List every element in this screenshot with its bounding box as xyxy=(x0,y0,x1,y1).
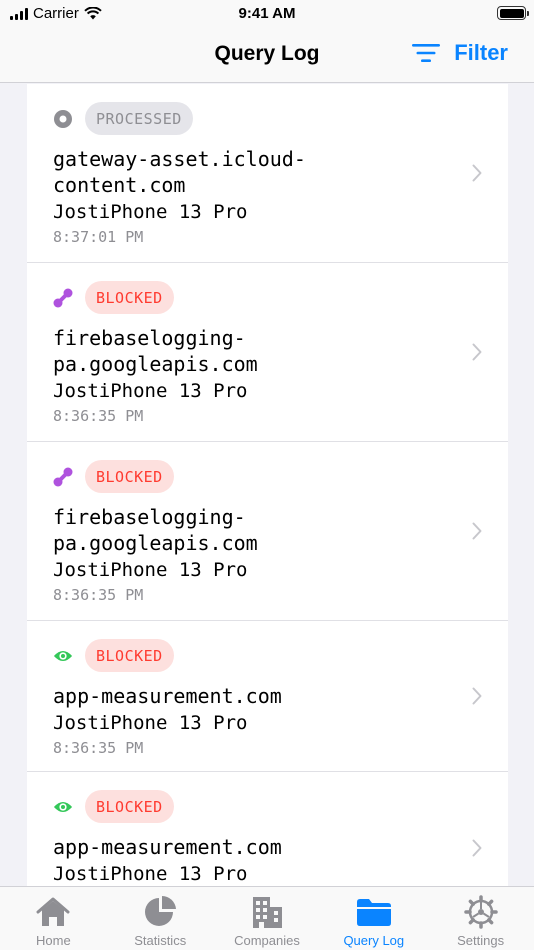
tab-bar: Home Statistics Companies Query Log Sett… xyxy=(0,886,534,950)
status-badge: BLOCKED xyxy=(85,281,174,314)
tab-statistics[interactable]: Statistics xyxy=(107,887,214,950)
tab-settings[interactable]: Settings xyxy=(427,887,534,950)
chevron-right-icon xyxy=(472,164,482,182)
filter-button[interactable]: Filter xyxy=(412,40,508,66)
navigation-bar: Query Log Filter xyxy=(0,28,534,83)
tab-label: Settings xyxy=(457,933,505,948)
log-entry[interactable]: BLOCKED firebaselogging- pa.googleapis.c… xyxy=(27,263,508,442)
eye-icon xyxy=(53,646,73,666)
entry-domain: app-measurement.com xyxy=(53,684,282,708)
entry-device: JostiPhone 13 Pro xyxy=(53,712,248,734)
tab-companies[interactable]: Companies xyxy=(214,887,321,950)
status-time: 9:41 AM xyxy=(238,5,296,22)
chevron-right-icon xyxy=(472,839,482,856)
gear-icon xyxy=(462,895,500,929)
home-icon xyxy=(34,895,72,929)
entry-time: 8:36:35 PM xyxy=(53,407,144,425)
status-badge: BLOCKED xyxy=(85,790,174,823)
tab-label: Query Log xyxy=(343,933,405,948)
building-icon xyxy=(248,895,286,929)
link-icon xyxy=(53,467,73,487)
battery-icon xyxy=(497,6,529,20)
filter-icon xyxy=(412,44,441,62)
entry-device: JostiPhone 13 Pro xyxy=(53,201,248,223)
log-entry[interactable]: BLOCKED app-measurement.com JostiPhone 1… xyxy=(27,772,508,886)
filter-label: Filter xyxy=(454,40,508,65)
tab-label: Companies xyxy=(234,933,300,948)
link-icon xyxy=(53,288,73,308)
status-bar: Carrier 9:41 AM xyxy=(0,0,534,28)
entry-domain: firebaselogging- pa.googleapis.com xyxy=(53,505,258,555)
log-entry[interactable]: BLOCKED app-measurement.com JostiPhone 1… xyxy=(27,621,508,772)
chevron-right-icon xyxy=(472,522,482,540)
entry-time: 8:36:35 PM xyxy=(53,586,144,604)
chevron-right-icon xyxy=(472,687,482,705)
log-entry[interactable]: BLOCKED firebaselogging- pa.googleapis.c… xyxy=(27,442,508,621)
processed-icon xyxy=(53,109,73,129)
entry-domain: gateway-asset.icloud- content.com xyxy=(53,147,306,197)
tab-query-log[interactable]: Query Log xyxy=(320,887,427,950)
entry-time: 8:37:01 PM xyxy=(53,228,144,246)
chevron-right-icon xyxy=(472,343,482,361)
status-badge: BLOCKED xyxy=(85,639,174,672)
entry-domain: firebaselogging- pa.googleapis.com xyxy=(53,326,258,376)
query-log-list: PROCESSED gateway-asset.icloud- content.… xyxy=(27,84,508,886)
entry-device: JostiPhone 13 Pro xyxy=(53,380,248,402)
entry-device: JostiPhone 13 Pro xyxy=(53,559,248,581)
pie-chart-icon xyxy=(141,895,179,929)
entry-domain: app-measurement.com xyxy=(53,835,282,859)
tab-label: Statistics xyxy=(134,933,187,948)
entry-device: JostiPhone 13 Pro xyxy=(53,863,248,885)
tab-home[interactable]: Home xyxy=(0,887,107,950)
status-badge: BLOCKED xyxy=(85,460,174,493)
folder-icon xyxy=(355,895,393,929)
status-badge: PROCESSED xyxy=(85,102,193,135)
entry-time: 8:36:35 PM xyxy=(53,739,144,757)
tab-label: Home xyxy=(36,933,71,948)
log-entry[interactable]: PROCESSED gateway-asset.icloud- content.… xyxy=(27,84,508,263)
eye-icon xyxy=(53,797,73,817)
